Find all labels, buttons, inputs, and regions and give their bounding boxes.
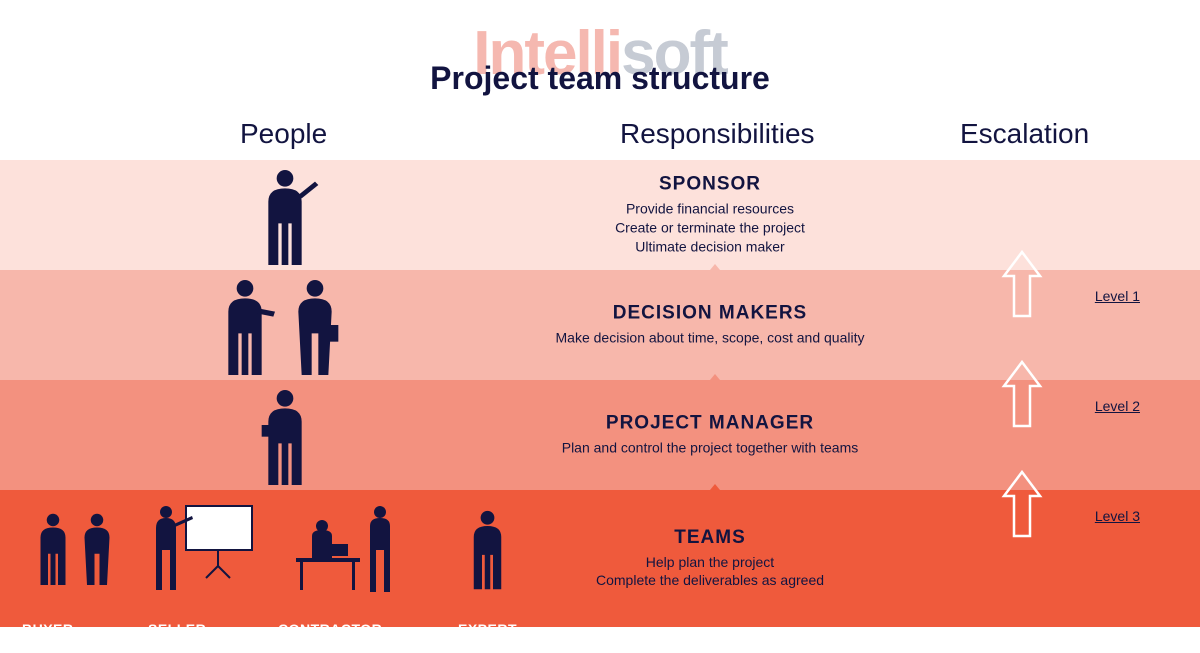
contractor-team-icon xyxy=(288,500,418,600)
escalation-level: Level 2 xyxy=(1095,398,1140,414)
person-icon xyxy=(460,498,515,598)
connector-arrow-icon xyxy=(705,264,725,276)
resp-line: Help plan the project xyxy=(530,553,890,572)
resp-line: Make decision about time, scope, cost an… xyxy=(530,329,890,348)
arrow-up-icon xyxy=(1000,250,1044,320)
people-teams: BUYER TEAM SELLER TEAM CONTRACTOR TEAM E… xyxy=(0,490,560,627)
person-icon xyxy=(210,275,280,375)
arrow-up-icon xyxy=(1000,360,1044,430)
seller-team-icon xyxy=(148,500,258,595)
person-icon xyxy=(245,165,325,265)
role-label: DECISION MAKERS xyxy=(530,303,890,325)
col-responsibilities: Responsibilities xyxy=(620,118,815,150)
row-teams: BUYER TEAM SELLER TEAM CONTRACTOR TEAM E… xyxy=(0,490,1200,627)
person-icon xyxy=(245,385,325,485)
resp-pm: PROJECT MANAGER Plan and control the pro… xyxy=(530,413,890,458)
arrow-up-icon xyxy=(1000,470,1044,540)
person-icon xyxy=(28,500,78,595)
escalation-level: Level 1 xyxy=(1095,288,1140,304)
resp-line: Create or terminate the project xyxy=(530,219,890,238)
escalation-level: Level 3 xyxy=(1095,508,1140,524)
resp-line: Ultimate decision maker xyxy=(530,237,890,256)
resp-line: Provide financial resources xyxy=(530,200,890,219)
rows-container: SPONSOR Provide financial resources Crea… xyxy=(0,160,1200,627)
col-people: People xyxy=(240,118,327,150)
connector-arrow-icon xyxy=(705,484,725,496)
resp-teams: TEAMS Help plan the project Complete the… xyxy=(530,527,890,591)
person-icon xyxy=(280,275,350,375)
resp-line: Plan and control the project together wi… xyxy=(530,439,890,458)
resp-decision: DECISION MAKERS Make decision about time… xyxy=(530,303,890,348)
resp-line: Complete the deliverables as agreed xyxy=(530,572,890,591)
connector-arrow-icon xyxy=(705,374,725,386)
role-label: TEAMS xyxy=(530,527,890,549)
col-escalation: Escalation xyxy=(960,118,1089,150)
resp-sponsor: SPONSOR Provide financial resources Crea… xyxy=(530,174,890,257)
team-label: CONTRACTOR TEAM xyxy=(278,621,382,653)
team-label: SELLER TEAM xyxy=(148,621,206,653)
page-title: Project team structure xyxy=(430,60,770,97)
team-label: BUYER TEAM xyxy=(22,621,74,653)
role-label: SPONSOR xyxy=(530,174,890,196)
team-label: EXPERT xyxy=(458,621,517,637)
role-label: PROJECT MANAGER xyxy=(530,413,890,435)
person-icon xyxy=(72,500,122,595)
